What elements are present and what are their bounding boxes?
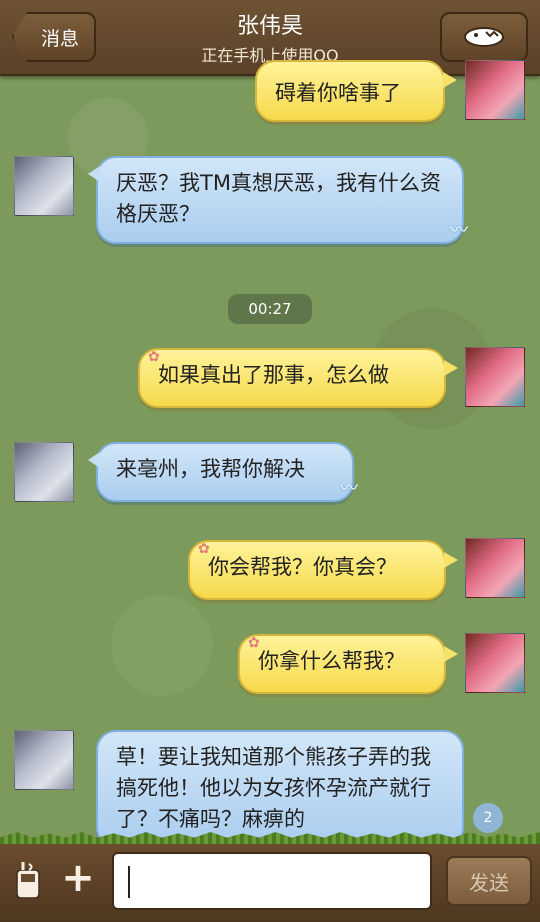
- voice-button[interactable]: [10, 858, 46, 902]
- back-button[interactable]: 消息: [12, 12, 96, 62]
- send-button-label: 发送: [469, 870, 509, 895]
- message-bubble-other[interactable]: 草！要让我知道那个熊孩子弄的我搞死他！他以为女孩怀孕流产就行了？不痛吗？麻痹的: [96, 730, 464, 848]
- message-bubble-other[interactable]: 来亳州，我帮你解决 〰: [88, 442, 358, 502]
- message-input[interactable]: [112, 852, 432, 910]
- unread-count-badge[interactable]: 2: [473, 803, 503, 833]
- flower-decoration-icon: ✿: [248, 635, 260, 651]
- plus-icon: +: [61, 855, 95, 901]
- message-bubble-other[interactable]: 厌恶？我TM真想厌恶，我有什么资格厌恶？ 〰: [88, 156, 468, 244]
- my-avatar[interactable]: [465, 347, 525, 407]
- message-text: 来亳州，我帮你解决: [116, 457, 305, 481]
- my-avatar[interactable]: [465, 538, 525, 598]
- message-bubble-me[interactable]: 碍着你啥事了: [255, 60, 457, 122]
- my-avatar[interactable]: [465, 60, 525, 120]
- message-text: 草！要让我知道那个熊孩子弄的我搞死他！他以为女孩怀孕流产就行了？不痛吗？麻痹的: [116, 745, 431, 831]
- wave-decoration-icon: 〰: [340, 478, 358, 499]
- contact-avatar[interactable]: [14, 442, 74, 502]
- message-text: 厌恶？我TM真想厌恶，我有什么资格厌恶？: [116, 171, 441, 226]
- dinosaur-icon: [464, 27, 504, 47]
- profile-menu-button[interactable]: [440, 12, 528, 62]
- send-button[interactable]: 发送: [446, 856, 532, 906]
- text-cursor: [128, 866, 130, 898]
- message-text: 如果真出了那事，怎么做: [158, 363, 389, 387]
- message-bubble-me[interactable]: ✿ 如果真出了那事，怎么做: [138, 348, 458, 408]
- contact-avatar[interactable]: [14, 156, 74, 216]
- wave-decoration-icon: 〰: [450, 220, 468, 241]
- contact-avatar[interactable]: [14, 730, 74, 790]
- message-timestamp: 00:27: [228, 294, 312, 324]
- add-attachment-button[interactable]: +: [58, 858, 98, 902]
- walkie-talkie-icon: [16, 862, 40, 899]
- message-bubble-me[interactable]: ✿ 你会帮我？你真会？: [188, 540, 458, 600]
- contact-name: 张伟昊: [236, 14, 303, 39]
- message-text: 你会帮我？你真会？: [208, 555, 397, 579]
- message-text: 你拿什么帮我？: [258, 649, 405, 673]
- back-button-label: 消息: [40, 27, 79, 50]
- message-bubble-me[interactable]: ✿ 你拿什么帮我？: [238, 634, 458, 694]
- flower-decoration-icon: ✿: [148, 349, 160, 365]
- my-avatar[interactable]: [465, 633, 525, 693]
- flower-decoration-icon: ✿: [198, 541, 210, 557]
- message-text: 碍着你啥事了: [275, 81, 401, 105]
